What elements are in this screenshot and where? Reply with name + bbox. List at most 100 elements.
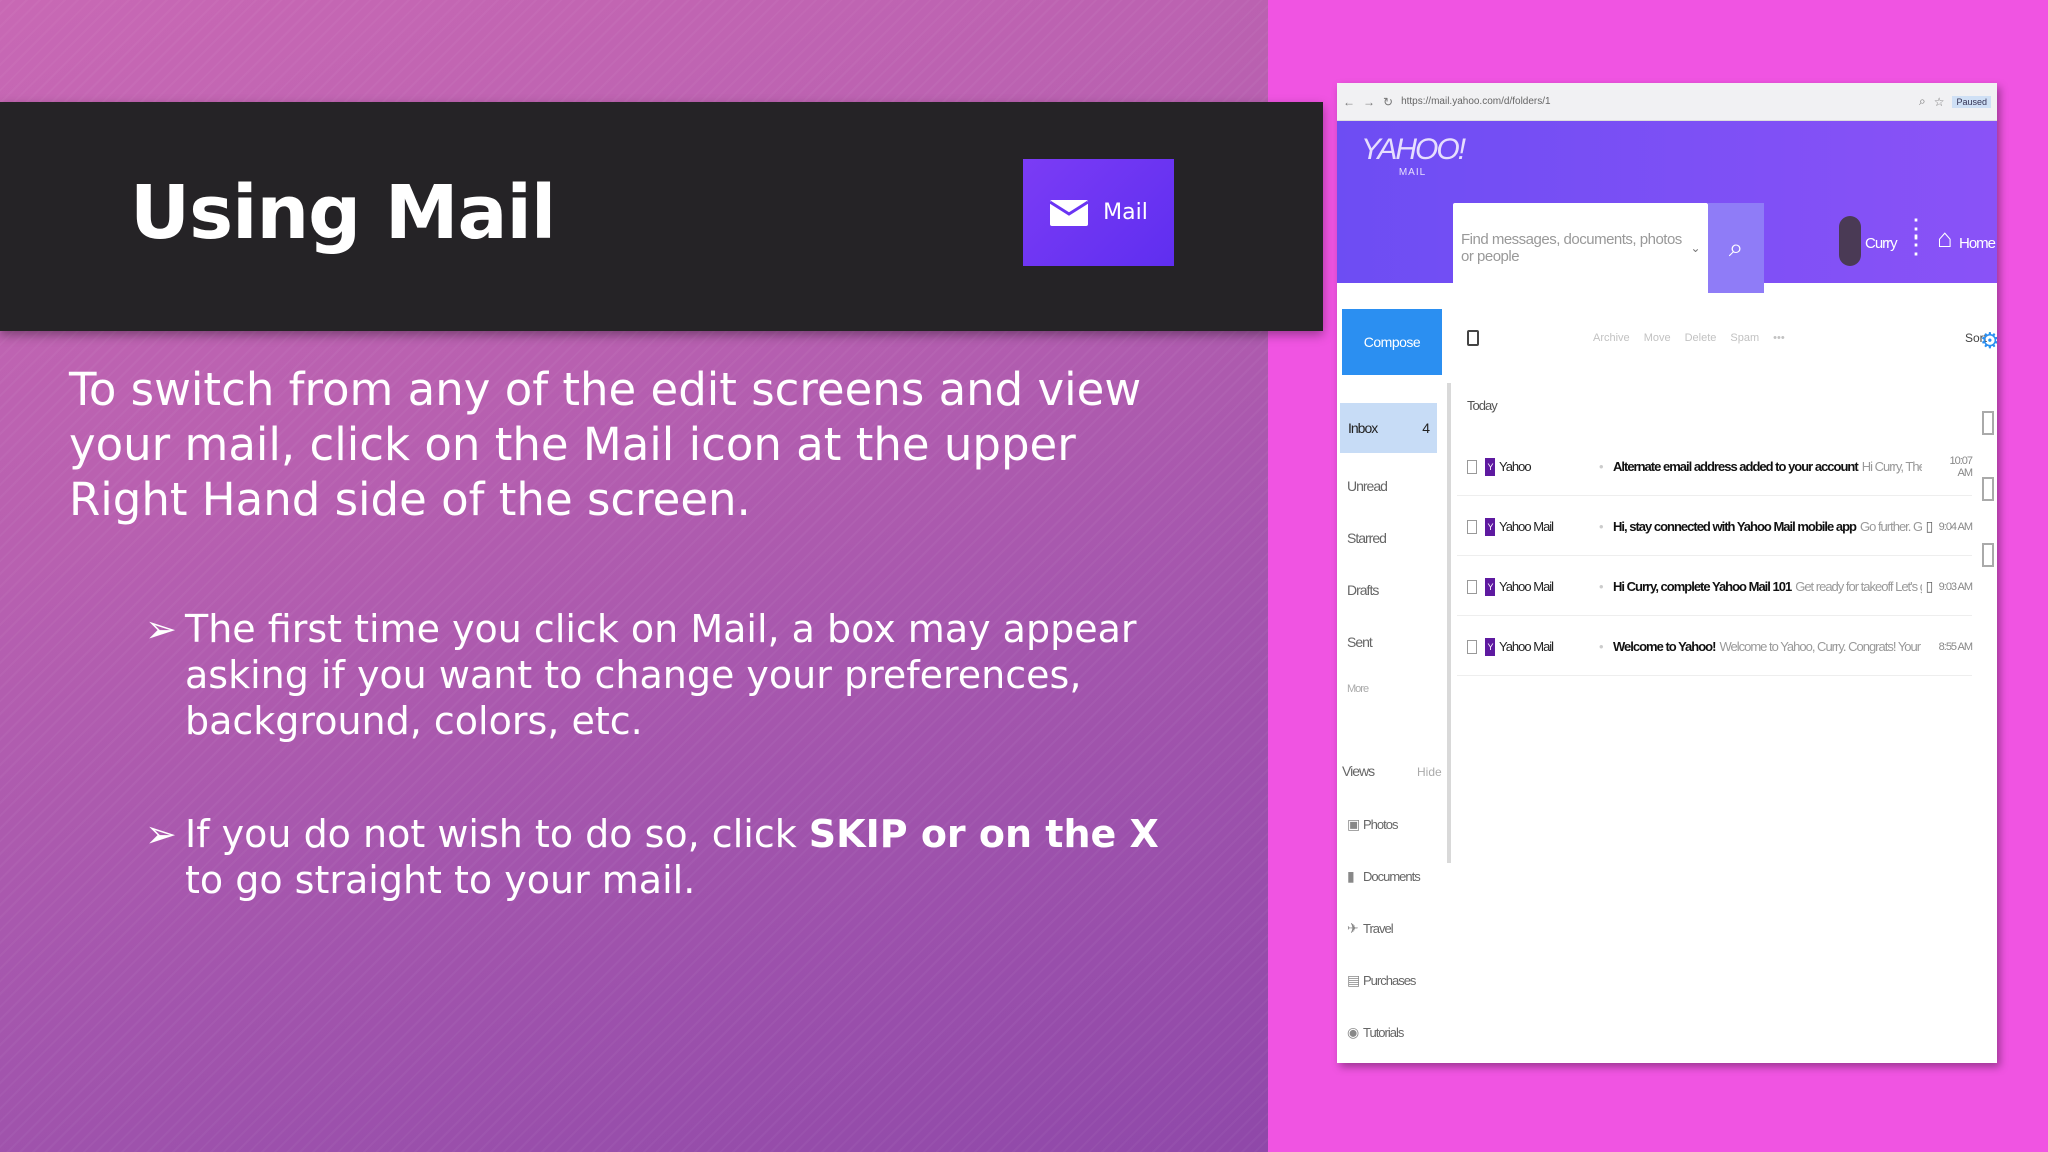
preview: Welcome to Yahoo, Curry. Congrats! Your … (1719, 639, 1922, 654)
slide-title: Using Mail (130, 170, 556, 256)
delete-button[interactable]: Delete (1685, 332, 1717, 344)
yahoo-sender-icon: Y (1485, 517, 1495, 536)
star-icon[interactable]: • (1599, 459, 1613, 474)
preview: Hi Curry, The followi... (1861, 459, 1922, 474)
address-bar[interactable]: https://mail.yahoo.com/d/folders/1 (1401, 96, 1911, 107)
yahoo-logo[interactable]: YAHOO! MAIL (1361, 133, 1466, 178)
star-icon[interactable]: ☆ (1934, 95, 1945, 109)
subject: Hi, stay connected with Yahoo Mail mobil… (1613, 519, 1857, 534)
envelope-icon (1049, 199, 1089, 226)
sidebar-item-photos[interactable]: ▣ Photos (1347, 816, 1398, 833)
archive-button[interactable]: Archive (1593, 332, 1630, 344)
bullet-text-part: to go straight to your mail. (185, 858, 696, 902)
yahoo-mail-screenshot: ← → ↻ https://mail.yahoo.com/d/folders/1… (1337, 83, 1997, 1063)
list-item[interactable]: Y Yahoo • Alternate email address added … (1457, 438, 1973, 496)
sidebar-item-documents[interactable]: ▮ Documents (1347, 868, 1421, 885)
forward-icon[interactable]: → (1363, 95, 1375, 109)
preview: Go further. Go faster... (1859, 519, 1922, 534)
attachment-icon: ▯ (1925, 578, 1934, 594)
list-item[interactable]: Y Yahoo Mail • Welcome to Yahoo! Welcome… (1457, 618, 1973, 676)
sidebar-scrollbar[interactable] (1447, 383, 1451, 863)
sidebar-item-travel[interactable]: ✈ Travel (1347, 920, 1394, 937)
move-button[interactable]: Move (1644, 332, 1671, 344)
right-rail-icon[interactable] (1982, 543, 1994, 567)
list-item[interactable]: Y Yahoo Mail • Hi, stay connected with Y… (1457, 498, 1973, 556)
compose-button[interactable]: Compose (1342, 309, 1442, 375)
mail-button-label: Mail (1103, 200, 1148, 225)
home-label[interactable]: Home (1959, 235, 1996, 252)
bullet-text: The first time you click on Mail, a box … (185, 607, 1137, 743)
bullet-item: ➢ The first time you click on Mail, a bo… (145, 606, 1165, 744)
sidebar-item-starred[interactable]: Starred (1347, 530, 1387, 546)
search-button[interactable]: ⌕ (1708, 203, 1764, 293)
preview: Get ready for takeoff Let's get g... (1795, 579, 1922, 594)
arrow-bullet-icon: ➢ (145, 607, 177, 651)
apps-grid-icon[interactable]: ⋮⋮ (1903, 215, 1929, 257)
sidebar-item-label: Tutorials (1363, 1025, 1404, 1040)
yahoo-sender-icon: Y (1485, 457, 1495, 476)
sidebar-item-unread[interactable]: Unread (1347, 478, 1388, 494)
list-item[interactable]: Y Yahoo Mail • Hi Curry, complete Yahoo … (1457, 558, 1973, 616)
gear-icon[interactable]: ⚙ (1980, 328, 1997, 354)
yahoo-logo-text: YAHOO! (1361, 133, 1466, 166)
sidebar-item-inbox[interactable]: Inbox 4 (1340, 403, 1437, 453)
sidebar-item-purchases[interactable]: ▤ Purchases (1347, 972, 1416, 989)
bullet-text: If you do not wish to do so, click SKIP … (185, 811, 1165, 903)
bullet-text-part: If you do not wish to do so, click (185, 812, 809, 856)
timestamp: 9:04 AM (1938, 520, 1973, 533)
sender: Yahoo (1499, 459, 1532, 474)
more-button[interactable]: ••• (1773, 332, 1785, 344)
unread-count: 4 (1422, 420, 1430, 436)
tutorial-icon: ◉ (1347, 1024, 1359, 1040)
mail-button[interactable]: Mail (1023, 159, 1174, 266)
intro-text: To switch from any of the edit screens a… (69, 363, 1142, 526)
paused-badge[interactable]: Paused (1952, 95, 1991, 108)
sidebar-item-drafts[interactable]: Drafts (1347, 582, 1379, 598)
sidebar-item-label: Purchases (1363, 973, 1416, 988)
sidebar-item-tutorials[interactable]: ◉ Tutorials (1347, 1024, 1404, 1041)
row-checkbox[interactable] (1467, 639, 1477, 654)
star-icon[interactable]: • (1599, 639, 1613, 654)
bullet-text-bold: SKIP or on the X (808, 812, 1159, 856)
chevron-down-icon[interactable]: ⌄ (1690, 241, 1700, 255)
views-heading: Views (1342, 763, 1375, 779)
message-toolbar: Archive Move Delete Spam ••• Sort (1467, 313, 1987, 363)
receipt-icon: ▤ (1347, 972, 1360, 988)
hide-views-link[interactable]: Hide (1417, 765, 1442, 779)
sidebar-item-label: Documents (1363, 869, 1421, 884)
sidebar-item-more[interactable]: More (1347, 683, 1369, 695)
star-icon[interactable]: • (1599, 519, 1613, 534)
reload-icon[interactable]: ↻ (1383, 95, 1393, 109)
sender: Yahoo Mail (1499, 639, 1554, 654)
subject: Welcome to Yahoo! (1613, 639, 1716, 654)
sidebar-item-sent[interactable]: Sent (1347, 634, 1373, 650)
right-rail-icon[interactable] (1982, 411, 1994, 435)
sidebar-item-label: Photos (1363, 817, 1398, 832)
document-icon: ▮ (1347, 868, 1355, 884)
sidebar-item-label: Inbox (1348, 420, 1378, 436)
home-icon[interactable]: ⌂ (1937, 223, 1953, 254)
select-all-checkbox[interactable] (1467, 330, 1479, 346)
arrow-bullet-icon: ➢ (145, 812, 177, 856)
search-placeholder: Find messages, documents, photos or peop… (1461, 231, 1682, 265)
avatar[interactable] (1839, 216, 1861, 266)
zoom-icon[interactable]: ⌕ (1919, 94, 1926, 109)
search-input[interactable]: Find messages, documents, photos or peop… (1453, 203, 1708, 293)
back-icon[interactable]: ← (1343, 95, 1355, 109)
user-name[interactable]: Curry (1865, 235, 1898, 252)
right-rail-icon[interactable] (1982, 477, 1994, 501)
timestamp: 10:07 AM (1949, 454, 1973, 479)
row-checkbox[interactable] (1467, 459, 1477, 474)
yahoo-sender-icon: Y (1485, 577, 1495, 596)
row-checkbox[interactable] (1467, 579, 1477, 594)
row-checkbox[interactable] (1467, 519, 1477, 534)
subject: Alternate email address added to your ac… (1613, 459, 1859, 474)
yahoo-logo-sub: MAIL (1398, 167, 1427, 178)
star-icon[interactable]: • (1599, 579, 1613, 594)
subject: Hi Curry, complete Yahoo Mail 101 (1613, 579, 1792, 594)
attachment-icon: ▯ (1925, 518, 1934, 534)
photo-icon: ▣ (1347, 816, 1360, 832)
sidebar-item-label: Travel (1363, 921, 1394, 936)
spam-button[interactable]: Spam (1730, 332, 1759, 344)
timestamp: 9:03 AM (1938, 580, 1973, 593)
